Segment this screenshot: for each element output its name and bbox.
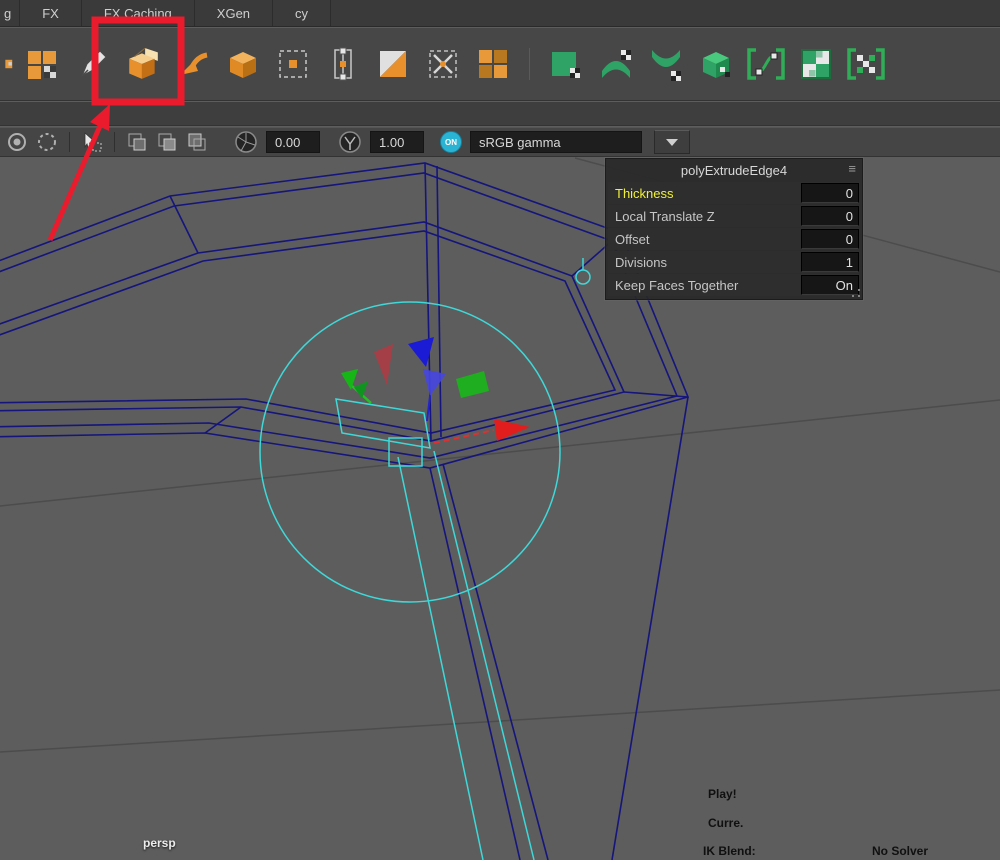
bevel-arrow-icon [180, 52, 208, 75]
wrap-curve-button[interactable] [746, 44, 786, 84]
hud-row-label: Offset [615, 231, 650, 247]
texture-grid-button[interactable] [796, 44, 836, 84]
sculpt-cube-icon [703, 52, 730, 78]
viewport-toolbar: 0.00 1.00 ON sRGB gamma [0, 127, 1000, 157]
multi-cut-knife-icon [80, 50, 107, 78]
wrap-cross-button[interactable] [846, 44, 886, 84]
split-face-button[interactable] [373, 44, 413, 84]
hud-row-value[interactable]: 0 [801, 183, 859, 203]
shelf-button-clipped[interactable] [0, 44, 13, 84]
hud-row-divisions[interactable]: Divisions 1 [608, 251, 860, 273]
insert-edge-loop-icon [334, 47, 352, 81]
cube-tool-button[interactable] [223, 44, 263, 84]
status-play: Play! [708, 787, 737, 801]
hud-row-label: Local Translate Z [615, 208, 715, 224]
status-current: Curre. [708, 816, 744, 830]
quad-draw-icon [479, 50, 507, 78]
cube-icon [230, 52, 256, 78]
hud-row-label: Divisions [615, 254, 668, 270]
extrude-tool-button[interactable] [123, 44, 163, 84]
layer-paste-icon[interactable] [156, 131, 178, 153]
gamma-icon[interactable] [338, 130, 362, 154]
hud-row-local-translate-z[interactable]: Local Translate Z 0 [608, 205, 860, 227]
sculpt-flatten-icon [652, 50, 681, 81]
select-tool-icon[interactable] [81, 131, 103, 153]
sculpt-cube-button[interactable] [696, 44, 736, 84]
hud-row-offset[interactable]: Offset 0 [608, 228, 860, 250]
tab-fx[interactable]: FX [20, 0, 82, 26]
hud-row-thickness[interactable]: Thickness 0 [608, 182, 860, 204]
append-polygon-button[interactable] [23, 44, 63, 84]
hud-title: polyExtrudeEdge4 [680, 162, 788, 178]
toggle-label: ON [445, 137, 457, 147]
shelf-separator [529, 48, 530, 80]
poly-extrude-hud[interactable]: polyExtrudeEdge4 ≡ Thickness 0 Local Tra… [605, 158, 863, 300]
poly-modeling-shelf [0, 28, 1000, 101]
status-ik-blend: IK Blend: [703, 844, 756, 858]
toolbar-separator [69, 132, 70, 152]
hud-row-keep-faces-together[interactable]: Keep Faces Together On [608, 274, 860, 296]
hud-row-value[interactable]: 0 [801, 229, 859, 249]
view-transform-toggle[interactable]: ON [440, 131, 462, 153]
wrap-curve-icon [747, 48, 785, 80]
hud-row-value[interactable]: 0 [801, 206, 859, 226]
color-space-dropdown[interactable] [654, 130, 690, 154]
layer-copy-icon[interactable] [126, 131, 148, 153]
wrap-cross-icon [847, 48, 885, 80]
toolbar-separator [114, 132, 115, 152]
hud-row-label: Thickness [615, 185, 674, 201]
camera-label: persp [143, 836, 176, 850]
extrude-tool-icon [129, 47, 158, 79]
sculpt-flatten-button[interactable] [646, 44, 686, 84]
tab-fx-caching[interactable]: FX Caching [82, 0, 195, 26]
append-polygon-icon [28, 51, 56, 79]
sculpt-wave-icon [602, 50, 631, 78]
tab-partial[interactable]: g [0, 0, 21, 26]
shelf-tab-bar: g FX FX Caching XGen cy [0, 0, 1000, 27]
tab-cy[interactable]: cy [273, 0, 332, 26]
quad-draw-button[interactable] [473, 44, 513, 84]
exposure-icon[interactable] [234, 130, 258, 154]
exposure-field[interactable]: 0.00 [266, 131, 320, 153]
panel-menu-strip [0, 102, 1000, 126]
hud-title-bar[interactable]: polyExtrudeEdge4 ≡ [606, 159, 862, 181]
bevel-arrow-button[interactable] [173, 44, 213, 84]
sculpt-square-icon [552, 52, 580, 78]
hud-menu-icon[interactable]: ≡ [848, 161, 856, 176]
status-solver: No Solver [872, 844, 929, 858]
delete-edge-icon [429, 50, 457, 78]
texture-grid-icon [801, 49, 831, 79]
hud-row-label: Keep Faces Together [615, 277, 739, 293]
maya-window: g FX FX Caching XGen cy 0.00 1.00 ON sRG… [0, 0, 1000, 860]
split-face-icon [380, 51, 406, 77]
delete-edge-button[interactable] [423, 44, 463, 84]
hud-row-value[interactable]: 1 [801, 252, 859, 272]
multi-cut-button[interactable] [73, 44, 113, 84]
clipped-tool-icon [5, 59, 13, 69]
gamma-field[interactable]: 1.00 [370, 131, 424, 153]
center-target-button[interactable] [273, 44, 313, 84]
sculpt-square-button[interactable] [546, 44, 586, 84]
center-target-icon [279, 50, 307, 78]
insert-edge-loop-button[interactable] [323, 44, 363, 84]
chevron-down-icon [666, 138, 678, 146]
hud-resize-grip[interactable] [852, 289, 860, 297]
sculpt-wave-button[interactable] [596, 44, 636, 84]
no-live-surface-icon[interactable] [6, 131, 28, 153]
hud-row-value[interactable]: On [801, 275, 859, 295]
color-space-field[interactable]: sRGB gamma [470, 131, 642, 153]
symmetry-icon[interactable] [36, 131, 58, 153]
tab-xgen[interactable]: XGen [195, 0, 274, 26]
layer-snapshot-icon[interactable] [186, 131, 208, 153]
